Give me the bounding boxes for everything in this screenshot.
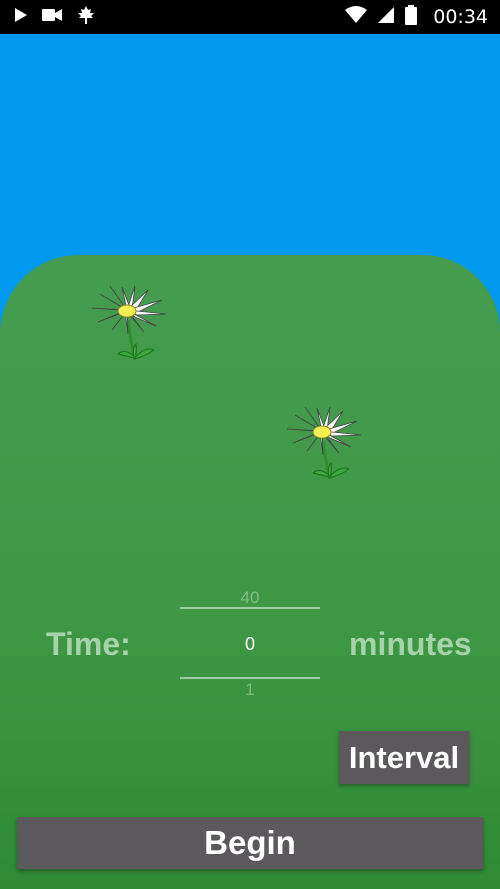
minutes-label: minutes bbox=[349, 626, 472, 662]
picker-divider-top bbox=[180, 607, 320, 609]
begin-button[interactable]: Begin bbox=[17, 817, 483, 869]
picker-current-value[interactable]: 0 bbox=[180, 634, 320, 655]
daisy-flower bbox=[91, 285, 167, 360]
minutes-number-picker[interactable]: 40 0 1 bbox=[180, 588, 320, 700]
interval-button[interactable]: Interval bbox=[339, 731, 469, 784]
meadow-background bbox=[0, 255, 500, 889]
picker-previous-value[interactable]: 40 bbox=[180, 588, 320, 608]
status-time: 00:34 bbox=[433, 6, 488, 28]
daisy-flower bbox=[286, 406, 362, 479]
picker-next-value[interactable]: 1 bbox=[180, 680, 320, 700]
maple-leaf-icon bbox=[76, 5, 96, 30]
picker-divider-bottom bbox=[180, 677, 320, 679]
wifi-icon bbox=[345, 5, 368, 29]
battery-icon bbox=[405, 4, 418, 30]
play-icon bbox=[14, 7, 28, 28]
video-camera-icon bbox=[42, 8, 62, 27]
time-label: Time: bbox=[46, 626, 131, 662]
status-bar: 00:34 bbox=[0, 0, 500, 34]
cell-signal-icon bbox=[377, 6, 395, 29]
